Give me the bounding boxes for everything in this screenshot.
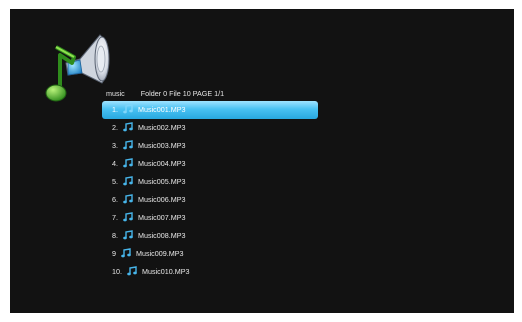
file-list-item-7[interactable]: 7. Music007.MP3 [102, 209, 318, 227]
music-note-icon [123, 212, 133, 222]
music-speaker-icon [45, 34, 110, 102]
item-filename: Music001.MP3 [138, 105, 186, 114]
file-list-item-6[interactable]: 6. Music006.MP3 [102, 191, 318, 209]
file-list-item-3[interactable]: 3. Music003.MP3 [102, 137, 318, 155]
item-index: 10. [112, 267, 122, 276]
file-list-item-5[interactable]: 5. Music005.MP3 [102, 173, 318, 191]
item-index: 2. [112, 123, 118, 132]
file-list-item-2[interactable]: 2. Music002.MP3 [102, 119, 318, 137]
item-filename: Music010.MP3 [142, 267, 190, 276]
item-index: 5. [112, 177, 118, 186]
item-filename: Music007.MP3 [138, 213, 186, 222]
file-list-item-4[interactable]: 4. Music004.MP3 [102, 155, 318, 173]
music-note-icon [123, 194, 133, 204]
file-list-item-10[interactable]: 10. Music010.MP3 [102, 263, 318, 281]
music-note-icon [121, 248, 131, 258]
item-index: 9 [112, 249, 116, 258]
music-browser-screen: music Folder 0 File 10 PAGE 1/1 1. Music… [10, 9, 514, 313]
item-filename: Music002.MP3 [138, 123, 186, 132]
item-filename: Music008.MP3 [138, 231, 186, 240]
item-index: 7. [112, 213, 118, 222]
folder-file-page-info: Folder 0 File 10 PAGE 1/1 [140, 89, 225, 98]
item-index: 4. [112, 159, 118, 168]
music-note-icon [123, 104, 133, 114]
music-note-icon [123, 122, 133, 132]
item-filename: Music004.MP3 [138, 159, 186, 168]
item-index: 6. [112, 195, 118, 204]
music-note-icon [127, 266, 137, 276]
item-filename: Music009.MP3 [136, 249, 184, 258]
list-header: music Folder 0 File 10 PAGE 1/1 [106, 89, 224, 98]
item-filename: Music003.MP3 [138, 141, 186, 150]
item-filename: Music005.MP3 [138, 177, 186, 186]
item-index: 1. [112, 105, 118, 114]
music-note-icon [123, 230, 133, 240]
music-note-icon [123, 140, 133, 150]
file-list-item-9[interactable]: 9 Music009.MP3 [102, 245, 318, 263]
music-note-icon [123, 158, 133, 168]
music-note-icon [123, 176, 133, 186]
file-list-item-1[interactable]: 1. Music001.MP3 [102, 101, 318, 119]
file-list: 1. Music001.MP3 2. Music002.MP3 3. Music… [102, 101, 318, 281]
file-list-item-8[interactable]: 8. Music008.MP3 [102, 227, 318, 245]
item-index: 8. [112, 231, 118, 240]
item-filename: Music006.MP3 [138, 195, 186, 204]
folder-name: music [106, 89, 125, 98]
item-index: 3. [112, 141, 118, 150]
